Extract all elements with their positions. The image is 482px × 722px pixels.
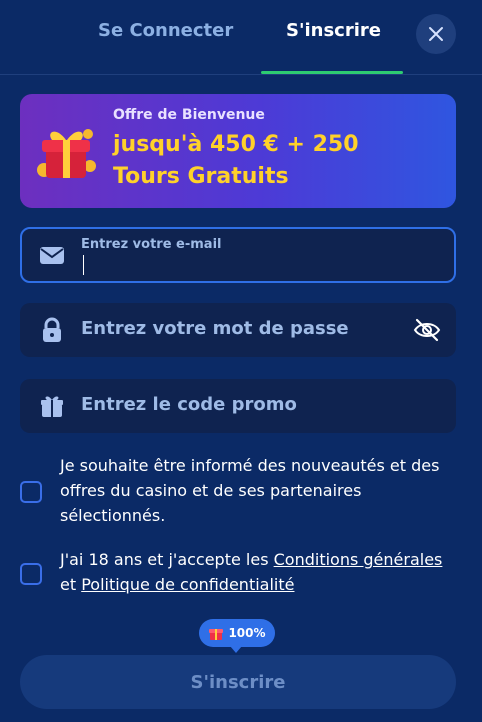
close-button[interactable]	[416, 14, 456, 54]
promo-code-field[interactable]: Entrez le code promo	[20, 379, 456, 433]
terms-text-start: J'ai 18 ans et j'accepte les	[60, 550, 274, 569]
close-icon	[429, 27, 443, 41]
offer-subtitle: Offre de Bienvenue	[113, 107, 265, 123]
email-label: Entrez votre e-mail	[81, 237, 222, 252]
eye-off-icon[interactable]	[412, 315, 442, 345]
terms-text-mid: et	[60, 575, 82, 594]
email-field[interactable]: Entrez votre e-mail	[20, 227, 456, 283]
terms-text: J'ai 18 ans et j'accepte les Conditions …	[60, 547, 460, 597]
offer-title-line1: jusqu'à 450 € + 250	[113, 132, 359, 157]
progress-value: 100%	[228, 626, 266, 640]
gift-icon	[41, 396, 63, 417]
tab-login[interactable]: Se Connecter	[98, 20, 233, 41]
password-placeholder: Entrez votre mot de passe	[81, 318, 349, 339]
newsletter-text: Je souhaite être informé des nouveautés …	[60, 456, 440, 525]
envelope-icon	[40, 247, 64, 264]
lock-icon	[43, 317, 61, 342]
newsletter-checkbox[interactable]	[20, 481, 42, 503]
active-tab-indicator	[261, 71, 403, 74]
welcome-offer-banner: Offre de Bienvenue jusqu'à 450 € + 250 T…	[20, 94, 456, 208]
terms-checkbox[interactable]	[20, 563, 42, 585]
gift-icon	[209, 629, 224, 640]
offer-title-line2: Tours Gratuits	[113, 164, 289, 189]
offer-title: jusqu'à 450 € + 250 Tours Gratuits	[113, 129, 359, 193]
submit-button[interactable]: S'inscrire	[20, 655, 456, 709]
privacy-link[interactable]: Politique de confidentialité	[81, 575, 294, 594]
tab-signup[interactable]: S'inscrire	[286, 20, 381, 41]
terms-link[interactable]: Conditions générales	[274, 550, 443, 569]
promo-placeholder: Entrez le code promo	[81, 394, 297, 415]
gift-icon	[37, 129, 96, 178]
auth-tabs: Se Connecter S'inscrire	[0, 0, 482, 75]
progress-badge: 100%	[199, 619, 275, 653]
password-field[interactable]: Entrez votre mot de passe	[20, 303, 456, 357]
text-caret	[83, 255, 84, 275]
